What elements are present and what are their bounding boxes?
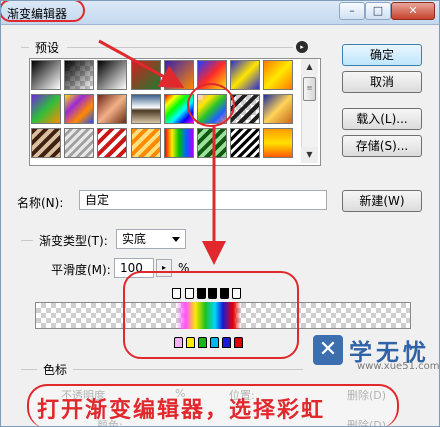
annotation-caption: 打开渐变编辑器，选择彩虹 (37, 397, 326, 423)
arrow-to-preset (98, 39, 185, 88)
watermark-logo-icon: ✕ (313, 335, 343, 365)
watermark-url: www.xue51.com (357, 361, 440, 372)
gradient-editor-dialog: 渐变编辑器 – □ ✕ 预设 ▸ ▲ ≡ ▼ 确定 取消 载入(L)... 存储… (0, 0, 440, 427)
